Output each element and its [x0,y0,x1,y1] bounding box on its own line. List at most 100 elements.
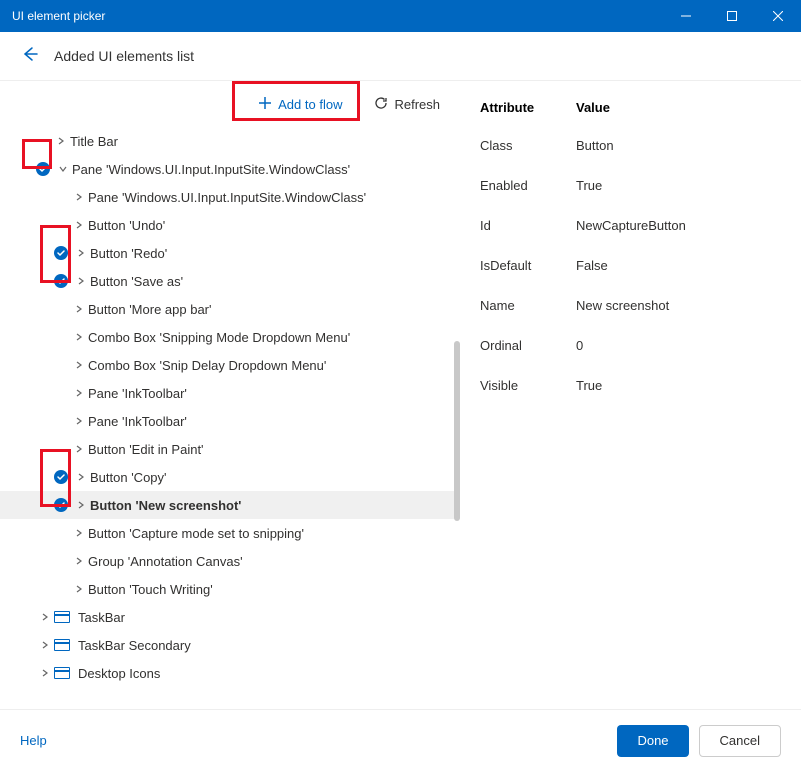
tree-item[interactable]: Title Bar [0,127,460,155]
attribute-row: EnabledTrue [480,165,781,205]
attribute-key: Class [480,138,576,153]
window-icon [54,667,70,679]
add-to-flow-label: Add to flow [278,97,342,112]
chevron-right-icon[interactable] [40,669,50,677]
tree-item[interactable]: Button 'Edit in Paint' [0,435,460,463]
chevron-right-icon[interactable] [74,445,84,453]
tree-item-label: Button 'Save as' [90,274,183,289]
attribute-row: ClassButton [480,125,781,165]
tree-item[interactable]: Button 'Undo' [0,211,460,239]
tree-item-label: Button 'Undo' [88,218,165,233]
tree-item[interactable]: Combo Box 'Snip Delay Dropdown Menu' [0,351,460,379]
scrollbar-thumb[interactable] [454,341,460,521]
chevron-right-icon[interactable] [74,305,84,313]
chevron-right-icon[interactable] [56,137,66,145]
tree-item[interactable]: Button 'New screenshot' [0,491,460,519]
tree-item-label: Combo Box 'Snipping Mode Dropdown Menu' [88,330,350,345]
tree-item[interactable]: Button 'Touch Writing' [0,575,460,603]
add-to-flow-button[interactable]: Add to flow [246,90,354,119]
chevron-right-icon[interactable] [76,249,86,257]
tree-item[interactable]: Pane 'InkToolbar' [0,407,460,435]
chevron-right-icon[interactable] [76,277,86,285]
tree-item-label: Desktop Icons [78,666,160,681]
chevron-right-icon[interactable] [74,557,84,565]
close-button[interactable] [755,0,801,32]
tree-item[interactable]: TaskBar Secondary [0,631,460,659]
content: Add to flow Refresh Title Bar Pane 'Windo… [0,80,801,709]
tree-item-label: Button 'Touch Writing' [88,582,213,597]
tree-item-label: Group 'Annotation Canvas' [88,554,243,569]
check-badge-icon [54,274,68,288]
attribute-row: VisibleTrue [480,365,781,405]
attributes-panel: Attribute Value ClassButtonEnabledTrueId… [460,81,801,709]
tree-item[interactable]: Pane 'Windows.UI.Input.InputSite.WindowC… [0,183,460,211]
chevron-right-icon[interactable] [74,529,84,537]
chevron-right-icon[interactable] [74,361,84,369]
attribute-value: False [576,258,781,273]
attribute-value: NewCaptureButton [576,218,781,233]
chevron-right-icon[interactable] [74,389,84,397]
attribute-value: New screenshot [576,298,781,313]
check-badge-icon [36,162,50,176]
check-badge-icon [54,470,68,484]
tree-item-label: Pane 'Windows.UI.Input.InputSite.WindowC… [72,162,350,177]
tree-item[interactable]: Button 'Capture mode set to snipping' [0,519,460,547]
refresh-button[interactable]: Refresh [366,90,448,119]
scrollbar[interactable] [454,221,460,699]
help-link[interactable]: Help [20,733,47,748]
tree-item[interactable]: Group 'Annotation Canvas' [0,547,460,575]
tree-item-label: Button 'Edit in Paint' [88,442,204,457]
element-tree[interactable]: Title Bar Pane 'Windows.UI.Input.InputSit… [0,127,460,709]
chevron-right-icon[interactable] [40,641,50,649]
tree-item[interactable]: Pane 'InkToolbar' [0,379,460,407]
attr-header-key: Attribute [480,100,576,115]
attribute-key: IsDefault [480,258,576,273]
attribute-key: Visible [480,378,576,393]
tree-item[interactable]: Desktop Icons [0,659,460,687]
tree-item[interactable]: Button 'Redo' [0,239,460,267]
done-button[interactable]: Done [617,725,688,757]
attribute-value: Button [576,138,781,153]
tree-item-label: Button 'More app bar' [88,302,211,317]
attr-header-val: Value [576,100,781,115]
tree-item[interactable]: Button 'Save as' [0,267,460,295]
header: Added UI elements list [0,32,801,80]
back-arrow-icon[interactable] [20,45,38,68]
cancel-button[interactable]: Cancel [699,725,781,757]
chevron-down-icon[interactable] [58,165,68,173]
attribute-key: Id [480,218,576,233]
attribute-key: Ordinal [480,338,576,353]
tree-item[interactable]: TaskBar [0,603,460,631]
window-title: UI element picker [12,9,663,23]
chevron-right-icon[interactable] [76,501,86,509]
chevron-right-icon[interactable] [74,417,84,425]
minimize-button[interactable] [663,0,709,32]
tree-item-label: Title Bar [70,134,118,149]
left-panel: Add to flow Refresh Title Bar Pane 'Windo… [0,81,460,709]
footer: Help Done Cancel [0,709,801,771]
chevron-right-icon[interactable] [74,333,84,341]
chevron-right-icon[interactable] [76,473,86,481]
maximize-button[interactable] [709,0,755,32]
tree-item-label: Pane 'InkToolbar' [88,414,187,429]
tree-item[interactable]: Combo Box 'Snipping Mode Dropdown Menu' [0,323,460,351]
chevron-right-icon[interactable] [74,585,84,593]
chevron-right-icon[interactable] [74,193,84,201]
tree-item-label: TaskBar [78,610,125,625]
refresh-icon [374,96,388,113]
attribute-value: True [576,378,781,393]
tree-item-label: Button 'Capture mode set to snipping' [88,526,304,541]
window-icon [54,639,70,651]
check-badge-icon [54,498,68,512]
chevron-right-icon[interactable] [40,613,50,621]
tree-item[interactable]: Pane 'Windows.UI.Input.InputSite.WindowC… [0,155,460,183]
tree-item-label: Button 'New screenshot' [90,498,241,513]
tree-item[interactable]: Button 'Copy' [0,463,460,491]
tree-item[interactable]: Button 'More app bar' [0,295,460,323]
toolbar: Add to flow Refresh [0,81,460,127]
chevron-right-icon[interactable] [74,221,84,229]
check-badge-icon [54,246,68,260]
tree-item-label: Combo Box 'Snip Delay Dropdown Menu' [88,358,326,373]
attribute-row: Ordinal0 [480,325,781,365]
attribute-key: Enabled [480,178,576,193]
